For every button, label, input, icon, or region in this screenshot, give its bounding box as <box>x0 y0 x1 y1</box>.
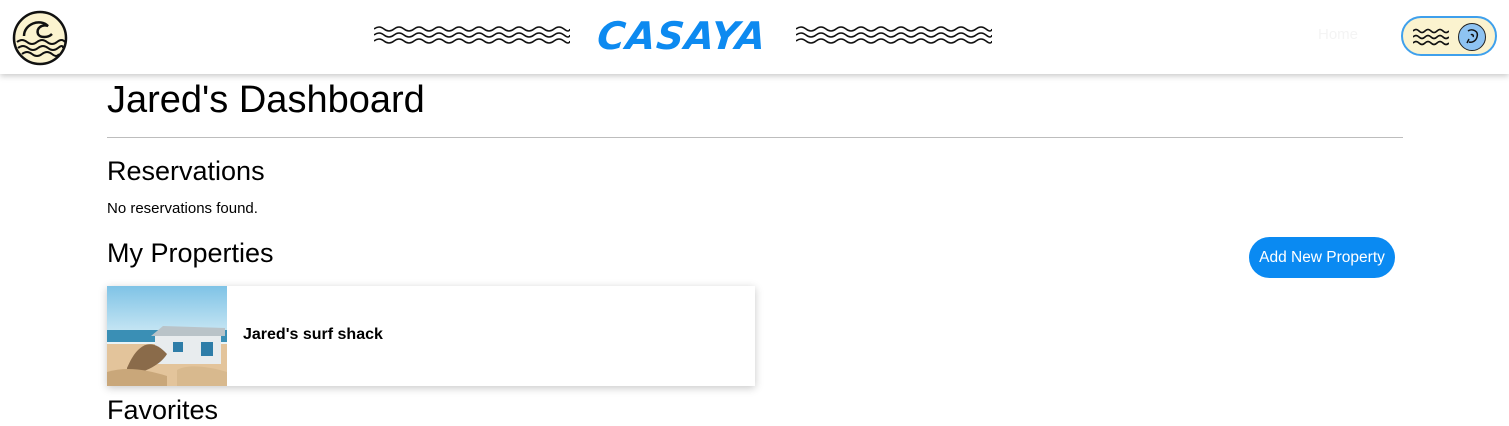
brand-logo[interactable]: CASAYA <box>374 12 992 60</box>
properties-heading: My Properties <box>107 238 274 268</box>
divider <box>107 137 1403 138</box>
add-property-button[interactable]: Add New Property <box>1249 237 1395 278</box>
wave-logo-icon[interactable] <box>12 10 68 66</box>
property-name: Jared's surf shack <box>243 326 383 343</box>
waves-decoration-icon <box>374 26 570 44</box>
reservations-empty-message: No reservations found. <box>107 200 258 217</box>
page-title: Jared's Dashboard <box>107 79 425 121</box>
property-thumbnail <box>107 286 227 386</box>
brand-name: CASAYA <box>595 14 769 58</box>
user-avatar-icon <box>1458 23 1486 51</box>
waves-menu-icon <box>1413 28 1449 46</box>
reservations-heading: Reservations <box>107 156 265 186</box>
property-card[interactable]: Jared's surf shack <box>107 286 755 386</box>
nav-home-link[interactable]: Home <box>1318 26 1358 43</box>
user-menu-button[interactable] <box>1401 16 1497 56</box>
waves-decoration-icon <box>796 26 992 44</box>
site-header: CASAYA Home <box>0 0 1509 74</box>
favorites-heading: Favorites <box>107 395 219 425</box>
